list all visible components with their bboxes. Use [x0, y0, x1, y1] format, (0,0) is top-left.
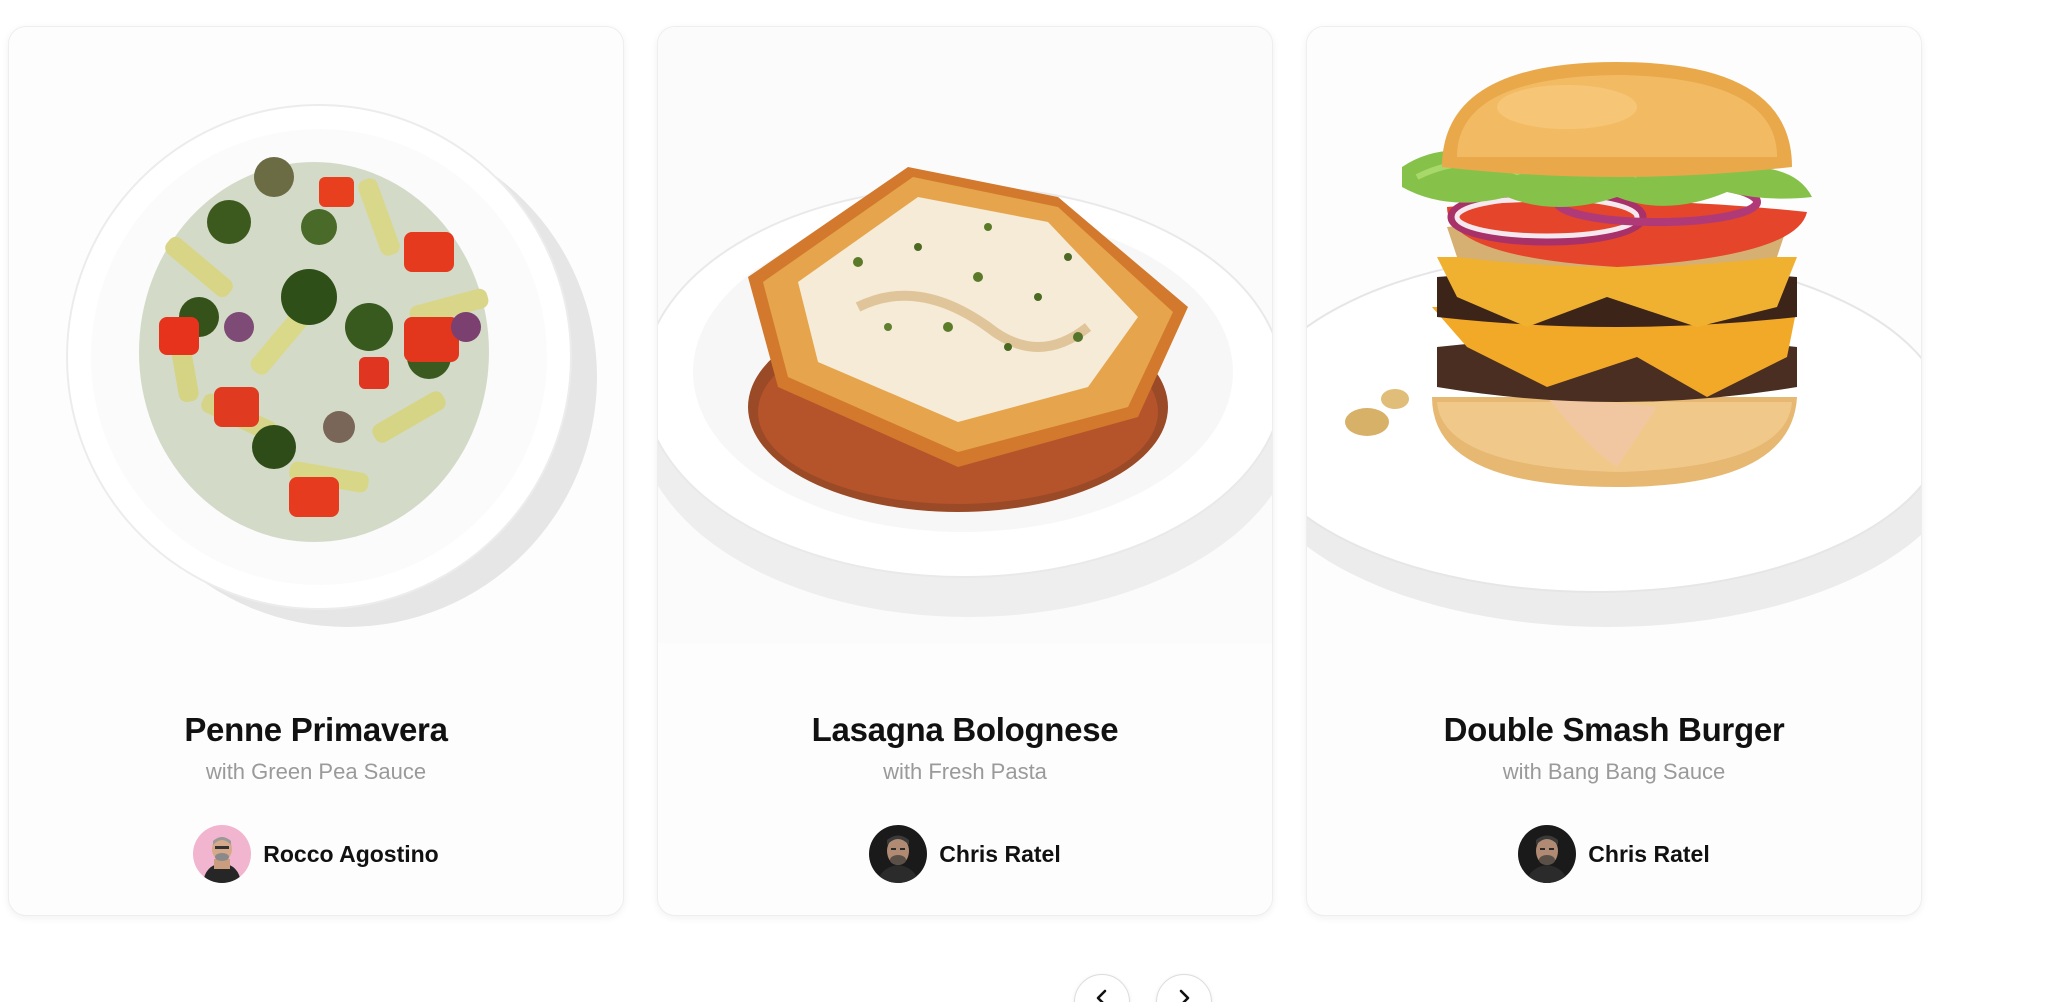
recipe-title[interactable]: Lasagna Bolognese	[658, 711, 1272, 749]
recipe-photo-double-smash-burger	[1307, 27, 1921, 643]
recipe-subtitle: with Green Pea Sauce	[205, 759, 427, 784]
chef-avatar	[1518, 825, 1577, 883]
recipe-carousel: Penne Primavera with Green Pea Sauce Roc…	[0, 0, 2048, 1002]
chef-info[interactable]: Rocco Agostino	[9, 825, 623, 883]
chevron-left-icon	[1096, 989, 1107, 1002]
chef-info[interactable]: Chris Ratel	[1307, 825, 1921, 883]
recipe-title[interactable]: Double Smash Burger	[1307, 711, 1921, 749]
recipe-card-penne-primavera[interactable]: Penne Primavera with Green Pea Sauce Roc…	[8, 26, 624, 916]
recipe-card-lasagna-bolognese[interactable]: Lasagna Bolognese with Fresh Pasta Chris…	[657, 26, 1273, 916]
recipe-subtitle: with Fresh Pasta	[883, 759, 1047, 784]
chef-avatar	[869, 825, 928, 883]
recipe-title[interactable]: Penne Primavera	[9, 711, 623, 749]
chef-name[interactable]: Chris Ratel	[939, 841, 1060, 868]
chef-name[interactable]: Chris Ratel	[1588, 841, 1709, 868]
carousel-next-button[interactable]	[1156, 974, 1212, 1002]
chevron-right-icon	[1179, 989, 1190, 1002]
recipe-photo-lasagna-bolognese	[658, 27, 1272, 643]
chef-name[interactable]: Rocco Agostino	[263, 841, 438, 868]
chef-avatar	[193, 825, 252, 883]
carousel-prev-button[interactable]	[1074, 974, 1130, 1002]
chef-info[interactable]: Chris Ratel	[658, 825, 1272, 883]
recipe-card-double-smash-burger[interactable]: Double Smash Burger with Bang Bang Sauce…	[1306, 26, 1922, 916]
recipe-subtitle: with Bang Bang Sauce	[1502, 759, 1726, 784]
recipe-photo-penne-primavera	[9, 27, 623, 643]
